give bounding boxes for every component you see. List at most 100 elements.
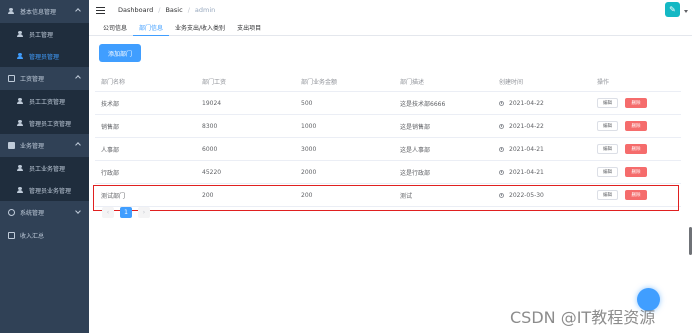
sidebar-item-admin-business[interactable]: 管理员业务管理: [0, 179, 89, 201]
hamburger-icon[interactable]: [96, 6, 105, 14]
cell-amount: 500: [301, 99, 313, 107]
column-header-amount: 部门业务金额: [301, 79, 338, 86]
cell-description: 这是销售部: [400, 123, 431, 131]
user-icon: [17, 98, 23, 104]
cell-created: 2021-04-21: [499, 146, 544, 153]
menu-group-business[interactable]: 业务管理: [0, 134, 89, 157]
cell-actions: 编辑 删除: [597, 98, 647, 108]
edit-button[interactable]: 编辑: [597, 144, 618, 154]
watermark: CSDN @IT教程资源: [510, 308, 656, 327]
cell-date: 2021-04-21: [509, 168, 544, 176]
chevron-up-icon: [75, 75, 81, 81]
prev-page-button[interactable]: ‹: [102, 207, 114, 218]
tab-department-info[interactable]: 部门信息: [133, 22, 170, 36]
cell-salary: 6000: [202, 145, 218, 153]
submenu-business: 员工业务管理 管理员业务管理: [0, 157, 89, 201]
cell-created: 2021-04-21: [499, 169, 544, 176]
delete-button[interactable]: 删除: [625, 144, 647, 154]
avatar[interactable]: ✎: [665, 2, 680, 17]
cell-name: 行政部: [101, 169, 120, 177]
clock-icon: [499, 123, 504, 129]
sidebar-item-employee-business[interactable]: 员工业务管理: [0, 157, 89, 179]
cell-created: 2021-04-22: [499, 123, 544, 130]
submenu-basic-info: 员工管理 管理员管理: [0, 23, 89, 67]
user-icon: [17, 31, 23, 37]
cell-name: 人事部: [101, 146, 120, 154]
cell-actions: 编辑 删除: [597, 144, 647, 154]
delete-button[interactable]: 删除: [625, 167, 647, 177]
column-header-actions: 操作: [597, 79, 610, 86]
cell-description: 这是技术部6666: [400, 100, 446, 108]
menu-group-system[interactable]: 系统管理: [0, 201, 89, 224]
top-navbar: Dashboard / Basic / admin ✎: [89, 0, 692, 20]
caret-down-icon[interactable]: [684, 10, 688, 13]
user-icon: [17, 120, 23, 126]
cell-date: 2021-04-22: [509, 99, 544, 107]
edit-button[interactable]: 编辑: [597, 98, 618, 108]
tab-business-categories[interactable]: 业务支出/收入类别: [169, 22, 231, 36]
user-icon: [17, 187, 23, 193]
table-row: 技术部 19024 500 这是技术部6666 2021-04-22 编辑 删除: [95, 92, 681, 115]
wallet-icon: [8, 75, 15, 82]
menu-group-label: 工资管理: [20, 76, 45, 83]
delete-button[interactable]: 删除: [625, 98, 647, 108]
breadcrumb-basic[interactable]: Basic: [165, 6, 182, 14]
cell-actions: 编辑 删除: [597, 121, 647, 131]
cell-description: 这是人事部: [400, 146, 431, 154]
cell-salary: 45220: [202, 168, 222, 176]
sidebar-item-employee[interactable]: 员工管理: [0, 23, 89, 45]
sidebar-item-admin-salary[interactable]: 管理员工资管理: [0, 112, 89, 134]
menu-group-income-summary[interactable]: 收入汇总: [0, 224, 89, 247]
delete-button[interactable]: 删除: [625, 121, 647, 131]
table-row: 销售部 8300 1000 这是销售部 2021-04-22 编辑 删除: [95, 115, 681, 138]
sidebar-item-label: 管理员业务管理: [29, 187, 72, 195]
cell-created: 2021-04-22: [499, 100, 544, 107]
cell-salary: 8300: [202, 122, 218, 130]
cell-date: 2021-04-21: [509, 145, 544, 153]
breadcrumb-separator: /: [158, 6, 161, 14]
pagination: ‹ 1 ›: [102, 207, 156, 218]
breadcrumb-admin: admin: [194, 6, 216, 14]
sidebar-item-label: 员工业务管理: [29, 165, 66, 173]
clock-icon: [499, 146, 504, 152]
suitcase-icon: [8, 232, 15, 239]
column-header-salary: 部门工资: [202, 79, 227, 86]
table-row: 行政部 45220 2000 这是行政部 2021-04-21 编辑 删除: [95, 161, 681, 184]
sidebar-item-admin[interactable]: 管理员管理: [0, 45, 89, 67]
tab-company-info[interactable]: 公司信息: [97, 22, 133, 36]
clock-icon: [499, 100, 504, 106]
tab-expense-items[interactable]: 支出项目: [231, 22, 267, 36]
gear-icon: [8, 209, 15, 216]
add-department-button[interactable]: 添加部门: [99, 44, 141, 62]
pencil-icon: ✎: [669, 5, 676, 14]
breadcrumb-separator: /: [187, 6, 190, 14]
briefcase-icon: [8, 142, 15, 149]
page-button-1[interactable]: 1: [120, 207, 132, 218]
edit-button[interactable]: 编辑: [597, 121, 618, 131]
sidebar-item-label: 员工管理: [29, 31, 54, 39]
sidebar: 基本信息管理 员工管理 管理员管理 工资管理 员工工资管理 管理员工资管理 业务…: [0, 0, 89, 333]
edit-button[interactable]: 编辑: [597, 167, 618, 177]
sidebar-item-employee-salary[interactable]: 员工工资管理: [0, 90, 89, 112]
user-group-icon: [8, 8, 15, 15]
tab-bar: 公司信息 部门信息 业务支出/收入类别 支出项目: [89, 22, 692, 36]
column-header-description: 部门描述: [400, 79, 425, 86]
column-header-name: 部门名称: [101, 79, 126, 86]
menu-group-basic-info[interactable]: 基本信息管理: [0, 0, 89, 23]
cell-actions: 编辑 删除: [597, 167, 647, 177]
cell-salary: 19024: [202, 99, 222, 107]
breadcrumb-dashboard[interactable]: Dashboard: [118, 6, 153, 14]
menu-group-label: 系统管理: [20, 210, 45, 217]
clock-icon: [499, 169, 504, 175]
cell-amount: 1000: [301, 122, 317, 130]
sidebar-item-label: 管理员工资管理: [29, 120, 72, 128]
user-icon: [17, 53, 23, 59]
menu-group-salary[interactable]: 工资管理: [0, 67, 89, 90]
cell-name: 技术部: [101, 100, 120, 108]
menu-group-label: 基本信息管理: [20, 9, 57, 16]
menu-group-label: 业务管理: [20, 143, 45, 150]
column-header-created: 创建时间: [499, 79, 524, 86]
sidebar-item-label: 员工工资管理: [29, 98, 66, 106]
next-page-button[interactable]: ›: [138, 207, 150, 218]
menu-group-label: 收入汇总: [20, 233, 45, 240]
